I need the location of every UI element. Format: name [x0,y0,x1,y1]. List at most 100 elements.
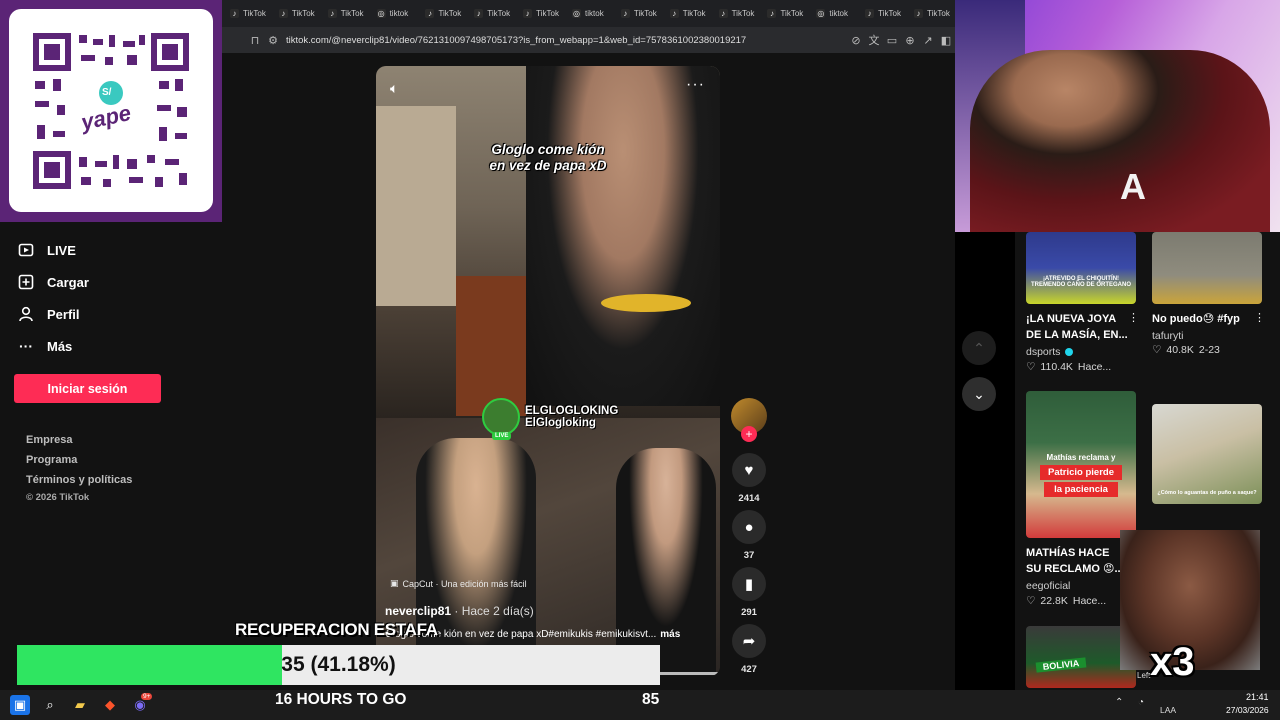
capcut-label[interactable]: ▣ CapCut · Una edición más fácil [390,578,527,589]
card-stats: ♡ 110.4K Hace... [1026,361,1111,373]
browser-tab[interactable]: ♪ TikTok [417,0,466,27]
zoom-icon[interactable]: ⊕ [901,31,919,49]
video-thumbnail[interactable] [1152,232,1262,304]
save-count: 291 [741,607,757,618]
globe-icon: ◎ [572,9,582,18]
card-likes: 40.8K [1166,344,1194,356]
card-title[interactable]: No puedo😓 #fyp [1152,311,1240,327]
card-user[interactable]: dsports [1026,346,1060,358]
chevron-up-icon: ⌃ [973,339,985,356]
card-title[interactable]: ¡LA NUEVA JOYA DE LA MASÍA, EN... [1026,311,1128,343]
site-info-icon[interactable]: ⚙ [264,31,282,49]
keyboard-language[interactable]: LAA [1160,705,1176,715]
browser-tab[interactable]: ◎ tiktok [564,0,613,27]
footer-link-terms[interactable]: Términos y políticas [26,474,132,486]
next-video-button[interactable]: ⌄ [962,377,996,411]
sidebar-item-upload[interactable]: Cargar [18,274,89,290]
video-author[interactable]: neverclip81 · Hace 2 día(s) [385,604,534,618]
heart-outline-icon: ♡ [1152,344,1162,356]
translate-icon[interactable]: 文 [865,31,883,49]
video-thumbnail[interactable]: ¿Cómo lo aguantas de puño a saque? [1152,404,1262,504]
card-user[interactable]: tafuryti [1152,330,1184,342]
copyright: © 2026 TikTok [26,492,90,503]
reader-off-icon[interactable]: ⊘ [847,31,865,49]
tiktok-icon: ♪ [914,9,924,18]
like-action[interactable]: ♥ 2414 [731,453,767,504]
browser-tab[interactable]: ♪ TikTok [515,0,564,27]
clock-date[interactable]: 27/03/2026 [1226,705,1269,715]
like-count: 2414 [738,493,760,504]
url-text[interactable]: tiktok.com/@neverclip81/video/7621310097… [286,35,746,46]
browser-tab[interactable]: ◎ tiktok [369,0,418,27]
card-menu-icon[interactable]: ⋮ [1128,311,1139,324]
card-title[interactable]: MATHÍAS HACE SU RECLAMO 😡... [1026,545,1124,577]
more-options-icon[interactable]: ··· [686,76,705,94]
extension-icon[interactable]: ◧ [937,31,955,49]
share-icon[interactable]: ↗ [919,31,937,49]
card-likes: 110.4K [1040,361,1073,373]
sidebar-item-more[interactable]: ··· Más [18,338,72,354]
card-menu-icon[interactable]: ⋮ [1254,311,1265,324]
share-icon[interactable]: ➦ [732,624,766,658]
streamer-avatar: LIVE [482,398,520,440]
browser-tab[interactable]: ♪ TikTok [320,0,369,27]
goal-title: RECUPERACION ESTAFA [235,620,438,639]
previous-video-button[interactable]: ⌃ [962,331,996,365]
author-name[interactable]: neverclip81 [385,604,451,618]
start-app-icon[interactable]: ▣ [10,695,30,715]
cast-icon[interactable]: ▭ [883,31,901,49]
jersey-letter: A [1120,166,1146,207]
streamer-handle: ELGLOGLOKING [525,405,619,417]
footer-link-empresa[interactable]: Empresa [26,434,72,446]
chevron-up-icon[interactable]: ⌃ [1115,697,1123,708]
browser-tab[interactable]: ♪ TikTok [466,0,515,27]
browser-tab[interactable]: ♪ TikTok [613,0,662,27]
yape-badge: S/ [102,87,112,98]
network-icon[interactable]: ◔ [1138,697,1144,708]
video-thumbnail[interactable]: ¡ATREVIDO EL CHIQUITÍN! TREMENDO CAÑO DE… [1026,232,1136,304]
upload-icon [18,274,34,290]
clock-time[interactable]: 21:41 [1246,692,1269,702]
browser-tab[interactable]: ◎ tiktok [808,0,857,27]
video-player[interactable]: Gloglo come kión en vez de papa xD LIVE … [376,66,720,676]
tiktok-icon: ♪ [620,9,630,18]
video-thumbnail[interactable]: Mathías reclama y Patricio pierde la pac… [1026,391,1136,538]
card-date: Hace... [1072,595,1107,607]
comment-action[interactable]: ● 37 [731,510,767,561]
share-action[interactable]: ➦ 427 [731,624,767,675]
browser-tab[interactable]: ♪ TikTok [662,0,711,27]
yape-qr-overlay: S/ yape [0,0,222,222]
login-button[interactable]: Iniciar sesión [14,374,161,403]
footer-link-programa[interactable]: Programa [26,454,77,466]
more-link[interactable]: más [660,629,680,640]
sidebar-item-label: Cargar [47,274,89,290]
card-user[interactable]: eegoficial [1026,580,1070,592]
sidebar-item-live[interactable]: LIVE [18,242,76,258]
taskbar: ▣ ⌕ ▰ ◆ ◉ 9+ ⌃ ◔ [0,690,1280,720]
search-icon[interactable]: ⌕ [40,695,60,715]
tiktok-icon: ♪ [718,9,728,18]
brave-browser-icon[interactable]: ◆ [100,695,120,715]
file-explorer-icon[interactable]: ▰ [70,695,90,715]
sidebar-item-profile[interactable]: Perfil [18,306,80,322]
goal-target: 85 [642,691,660,708]
thumb-caption: Mathías reclama y [1046,453,1116,462]
address-bar[interactable]: ⊓ ⚙ tiktok.com/@neverclip81/video/762131… [222,27,955,53]
browser-tab[interactable]: ♪ TikTok [711,0,760,27]
bookmark-icon[interactable]: ⊓ [246,31,264,49]
card-stats: ♡ 22.8K Hace... [1026,595,1106,607]
volume-icon[interactable]: 🔈︎ [390,80,398,97]
browser-tab[interactable]: ♪ TikTok [857,0,906,27]
follow-button[interactable]: + [741,426,757,442]
browser-tab[interactable]: ♪ TikTok [271,0,320,27]
browser-tab[interactable]: ♪ TikTok [222,0,271,27]
card-likes: 22.8K [1040,595,1068,607]
save-action[interactable]: ▮ 291 [731,567,767,618]
bookmark-icon[interactable]: ▮ [732,567,766,601]
tiktok-icon: ♪ [425,9,435,18]
browser-tab[interactable]: ♪ TikTok [906,0,955,27]
tiktok-icon: ♪ [767,9,777,18]
comment-icon[interactable]: ● [732,510,766,544]
browser-tab[interactable]: ♪ TikTok [759,0,808,27]
heart-icon[interactable]: ♥ [732,453,766,487]
